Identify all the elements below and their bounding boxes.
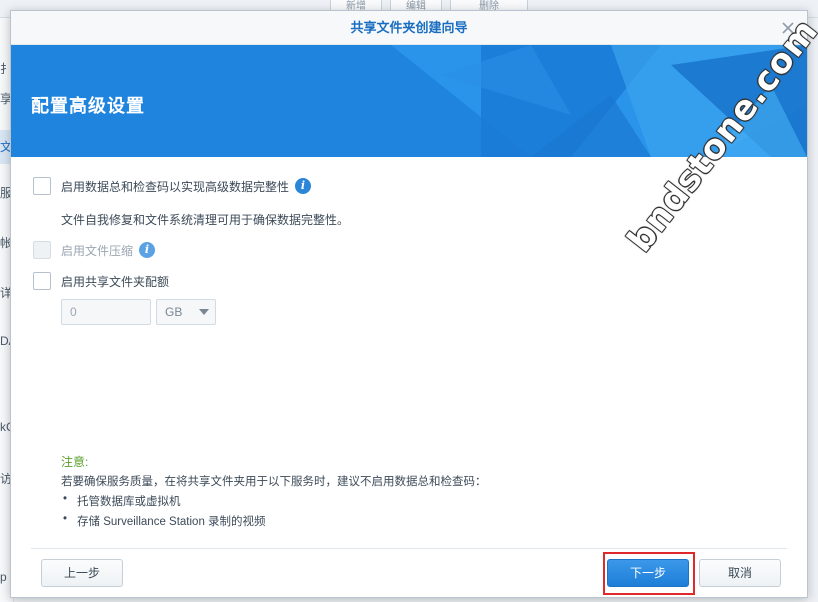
dialog-title: 共享文件夹创建向导 (350, 20, 468, 35)
checksum-option-row: 启用数据总和检查码以实现高级数据完整性 i (33, 177, 312, 195)
chevron-down-icon (199, 309, 209, 315)
next-button-highlight (603, 552, 695, 595)
wizard-banner: 配置高级设置 (11, 45, 807, 157)
background-right-edge (810, 18, 818, 602)
dialog-titlebar[interactable]: 共享文件夹创建向导 (11, 11, 807, 45)
prev-button[interactable]: 上一步 (41, 559, 123, 587)
note-bullet: • 存储 Surveillance Station 录制的视频 (63, 513, 266, 529)
quota-unit-value: GB (165, 305, 183, 319)
note-bullet-text: 存储 Surveillance Station 录制的视频 (77, 516, 266, 528)
quota-option-row: 启用共享文件夹配额 (33, 272, 169, 290)
compression-option-row: 启用文件压缩 i (33, 241, 156, 259)
checksum-description: 文件自我修复和文件系统清理可用于确保数据完整性。 (61, 213, 350, 227)
cancel-button[interactable]: 取消 (699, 559, 781, 587)
page-title: 配置高级设置 (31, 96, 145, 116)
compression-checkbox (33, 241, 51, 259)
shared-folder-wizard-dialog: 共享文件夹创建向导 配置高级设置 启用数据总和检查码以实现高级数据完整性 i 文… (10, 10, 808, 598)
info-icon[interactable]: i (295, 178, 312, 194)
info-icon[interactable]: i (139, 242, 156, 258)
note-bullet: • 托管数据库或虚拟机 (63, 493, 181, 509)
quota-unit-select[interactable]: GB (156, 299, 216, 325)
bullet-dot: • (63, 513, 68, 525)
compression-label: 启用文件压缩 (61, 243, 134, 258)
bullet-dot: • (63, 493, 68, 505)
note-title: 注意: (61, 455, 89, 469)
checksum-label[interactable]: 启用数据总和检查码以实现高级数据完整性 (61, 178, 289, 195)
footer-divider (31, 548, 787, 549)
quota-size-input[interactable]: 0 (61, 299, 151, 325)
quota-checkbox[interactable] (33, 272, 51, 290)
note-bullet-text: 托管数据库或虚拟机 (77, 496, 181, 508)
quota-label[interactable]: 启用共享文件夹配额 (61, 273, 169, 290)
checksum-checkbox[interactable] (33, 177, 51, 195)
note-text: 若要确保服务质量，在将共享文件夹用于以下服务时，建议不启用数据总和检查码： (61, 476, 487, 488)
